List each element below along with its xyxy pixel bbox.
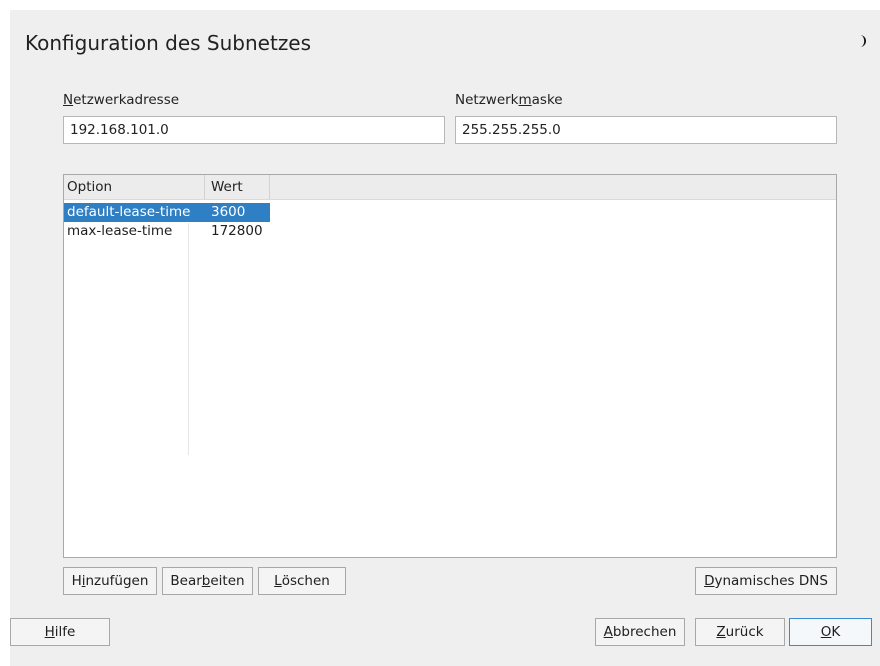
dynamic-dns-button[interactable]: Dynamisches DNS <box>695 567 837 595</box>
network-address-field[interactable]: 192.168.101.0 <box>63 116 445 144</box>
dialog-title: Konfiguration des Subnetzes <box>25 31 312 55</box>
subnet-config-dialog: Konfiguration des Subnetzes Netzwerkadre… <box>10 10 880 666</box>
ok-button[interactable]: OK <box>789 618 872 646</box>
cell-option: default-lease-time <box>67 204 191 220</box>
cell-value: 172800 <box>211 223 263 239</box>
column-divider <box>188 223 189 455</box>
cancel-button[interactable]: Abbrechen <box>595 618 685 646</box>
moon-icon <box>860 35 866 47</box>
cell-option: max-lease-time <box>67 223 173 239</box>
table-header: Option Wert <box>64 175 836 200</box>
cell-value: 3600 <box>211 204 246 220</box>
options-table[interactable]: Option Wert default-lease-time 3600 max-… <box>63 174 837 558</box>
delete-button[interactable]: Löschen <box>258 567 346 595</box>
add-button[interactable]: Hi nzufügen <box>63 567 157 595</box>
table-row[interactable]: max-lease-time 172800 <box>64 222 270 241</box>
edit-button[interactable]: Bear b eiten <box>162 567 253 595</box>
table-row[interactable]: default-lease-time 3600 <box>64 203 270 222</box>
back-button[interactable]: Zurück <box>695 618 785 646</box>
network-mask-label: Netzwerkmaske <box>455 92 563 108</box>
network-address-label: Netzwerkadresse <box>63 92 180 108</box>
network-mask-field[interactable]: 255.255.255.0 <box>455 116 837 144</box>
column-header-value[interactable]: Wert <box>211 179 243 195</box>
column-header-option[interactable]: Option <box>67 179 112 195</box>
help-button[interactable]: Hilfe <box>10 618 110 646</box>
